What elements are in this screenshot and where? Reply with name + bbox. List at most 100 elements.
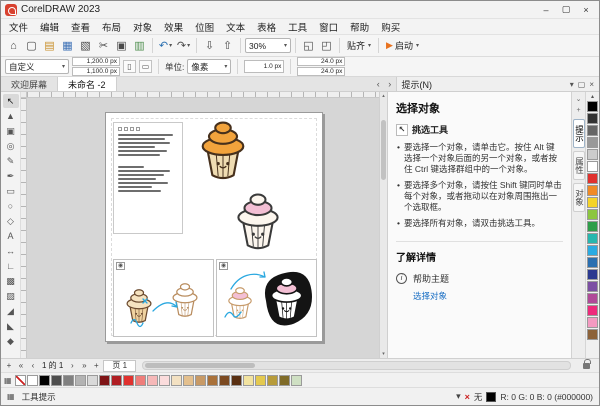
next-page-icon[interactable]: ›	[67, 361, 77, 370]
color-swatch[interactable]	[587, 149, 598, 160]
doc-tab-untitled-2[interactable]: 未命名 -2	[58, 77, 117, 91]
horizontal-ruler[interactable]	[27, 92, 379, 98]
nudge-distance-field[interactable]: 1.0 px	[244, 60, 284, 73]
page-height-field[interactable]: 1,100.0 px	[72, 67, 120, 76]
color-swatch[interactable]	[135, 375, 146, 386]
import-button[interactable]: ⇩	[201, 37, 218, 55]
color-swatch[interactable]	[75, 375, 86, 386]
chevron-down-icon[interactable]: ▾	[187, 42, 190, 49]
horizontal-scrollbar[interactable]	[142, 361, 571, 370]
menu-item-tools[interactable]: 工具	[282, 19, 313, 34]
tab-scroll-left-icon[interactable]: ‹	[373, 77, 384, 91]
portrait-orientation-button[interactable]: ▯	[123, 60, 136, 73]
color-swatch[interactable]	[587, 185, 598, 196]
tool-freehand-tool[interactable]: ✎	[3, 154, 19, 168]
tool-dimension-tool[interactable]: ↔	[3, 244, 19, 258]
add-page-button[interactable]: +	[4, 361, 14, 370]
previous-page-icon[interactable]: ‹	[28, 361, 38, 370]
color-swatch[interactable]	[111, 375, 122, 386]
copy-button[interactable]: ▣	[113, 37, 130, 55]
side-tab-properties[interactable]: 属性	[573, 151, 585, 180]
menu-item-bitmaps[interactable]: 位图	[189, 19, 220, 34]
tool-shape-tool[interactable]: ▲	[3, 109, 19, 123]
color-swatch[interactable]	[587, 173, 598, 184]
color-swatch[interactable]	[587, 329, 598, 340]
export-button[interactable]: ⇧	[219, 37, 236, 55]
color-swatch[interactable]	[171, 375, 182, 386]
color-swatch[interactable]	[587, 221, 598, 232]
color-swatch[interactable]	[99, 375, 110, 386]
cupcake-small-sketch-artwork[interactable]	[168, 280, 202, 322]
page-size-preset-combo[interactable]: 自定义 ▾	[5, 59, 69, 74]
greeked-text-block[interactable]	[113, 122, 183, 234]
vertical-scroll-thumb[interactable]	[381, 120, 386, 180]
open-folder-button[interactable]: ▤	[41, 37, 58, 55]
zoom-level-combo[interactable]: 30% ▾	[245, 38, 291, 53]
menu-item-object[interactable]: 对象	[127, 19, 158, 34]
menu-item-view[interactable]: 查看	[65, 19, 96, 34]
docker-close-icon[interactable]: ×	[589, 80, 594, 89]
paste-button[interactable]: ▥	[131, 37, 148, 55]
color-swatch[interactable]	[27, 375, 38, 386]
color-swatch[interactable]	[587, 113, 598, 124]
color-swatch[interactable]	[255, 375, 266, 386]
horizontal-scroll-thumb[interactable]	[145, 363, 255, 368]
view-mode-button[interactable]: ◰	[318, 37, 335, 55]
scroll-up-icon[interactable]: ▴	[382, 93, 385, 99]
color-swatch[interactable]	[587, 317, 598, 328]
tool-zoom-tool[interactable]: ◎	[3, 139, 19, 153]
tool-text-tool[interactable]: A	[3, 229, 19, 243]
color-swatch[interactable]	[587, 233, 598, 244]
color-swatch[interactable]	[587, 197, 598, 208]
cupcake-pink-artwork[interactable]	[230, 191, 286, 255]
snap-to-button[interactable]: 贴齐 ▾	[344, 37, 374, 55]
color-swatch[interactable]	[87, 375, 98, 386]
menu-item-table[interactable]: 表格	[251, 19, 282, 34]
help-topics-row[interactable]: i 帮助主题	[396, 272, 563, 285]
tool-transparency-tool[interactable]: ▨	[3, 289, 19, 303]
color-swatch[interactable]	[231, 375, 242, 386]
save-button[interactable]: ▦	[59, 37, 76, 55]
maximize-button[interactable]: ▢	[557, 3, 575, 17]
fullscreen-preview-button[interactable]: ◱	[300, 37, 317, 55]
color-swatch[interactable]	[587, 125, 598, 136]
cupcake-on-black-blob-artwork[interactable]	[259, 266, 315, 334]
launch-button[interactable]: ▶ 启动 ▾	[383, 37, 422, 55]
last-page-icon[interactable]: »	[79, 361, 89, 370]
ruler-origin[interactable]	[21, 92, 27, 98]
color-swatch[interactable]	[587, 269, 598, 280]
drawing-canvas[interactable]: ◉ ◉	[21, 92, 387, 358]
docker-add-icon[interactable]: +	[576, 107, 580, 116]
tab-scroll-right-icon[interactable]: ›	[384, 77, 395, 91]
document-page[interactable]: ◉ ◉	[105, 112, 323, 342]
duplicate-x-field[interactable]: 24.0 px	[297, 57, 345, 66]
tool-ellipse-tool[interactable]: ○	[3, 199, 19, 213]
color-swatch[interactable]	[587, 101, 598, 112]
close-button[interactable]: ×	[577, 3, 595, 17]
first-page-icon[interactable]: «	[16, 361, 26, 370]
cut-button[interactable]: ✂	[95, 37, 112, 55]
duplicate-y-field[interactable]: 24.0 px	[297, 67, 345, 76]
color-swatch[interactable]	[587, 209, 598, 220]
color-swatch[interactable]	[587, 305, 598, 316]
tool-smart-fill-tool[interactable]: ◆	[3, 334, 19, 348]
cupcake-orange-artwork[interactable]	[194, 119, 252, 185]
menu-item-layout[interactable]: 布局	[96, 19, 127, 34]
menu-item-window[interactable]: 窗口	[313, 19, 344, 34]
tool-connector-tool[interactable]: ∟	[3, 259, 19, 273]
print-button[interactable]: ▧	[77, 37, 94, 55]
color-swatch[interactable]	[587, 293, 598, 304]
color-swatch[interactable]	[123, 375, 134, 386]
palette-options-icon[interactable]: ▦	[4, 376, 12, 385]
doc-tab-welcome[interactable]: 欢迎屏幕	[1, 77, 58, 91]
page-tab[interactable]: 页 1	[103, 360, 136, 372]
color-swatch[interactable]	[267, 375, 278, 386]
docker-pin-icon[interactable]: ⌄	[576, 95, 582, 104]
color-swatch[interactable]	[243, 375, 254, 386]
menu-item-effects[interactable]: 效果	[158, 19, 189, 34]
color-swatch[interactable]	[207, 375, 218, 386]
tool-shadow-tool[interactable]: ▩	[3, 274, 19, 288]
color-swatch[interactable]	[183, 375, 194, 386]
new-document-button[interactable]: ▢	[23, 37, 40, 55]
color-swatch[interactable]	[291, 375, 302, 386]
